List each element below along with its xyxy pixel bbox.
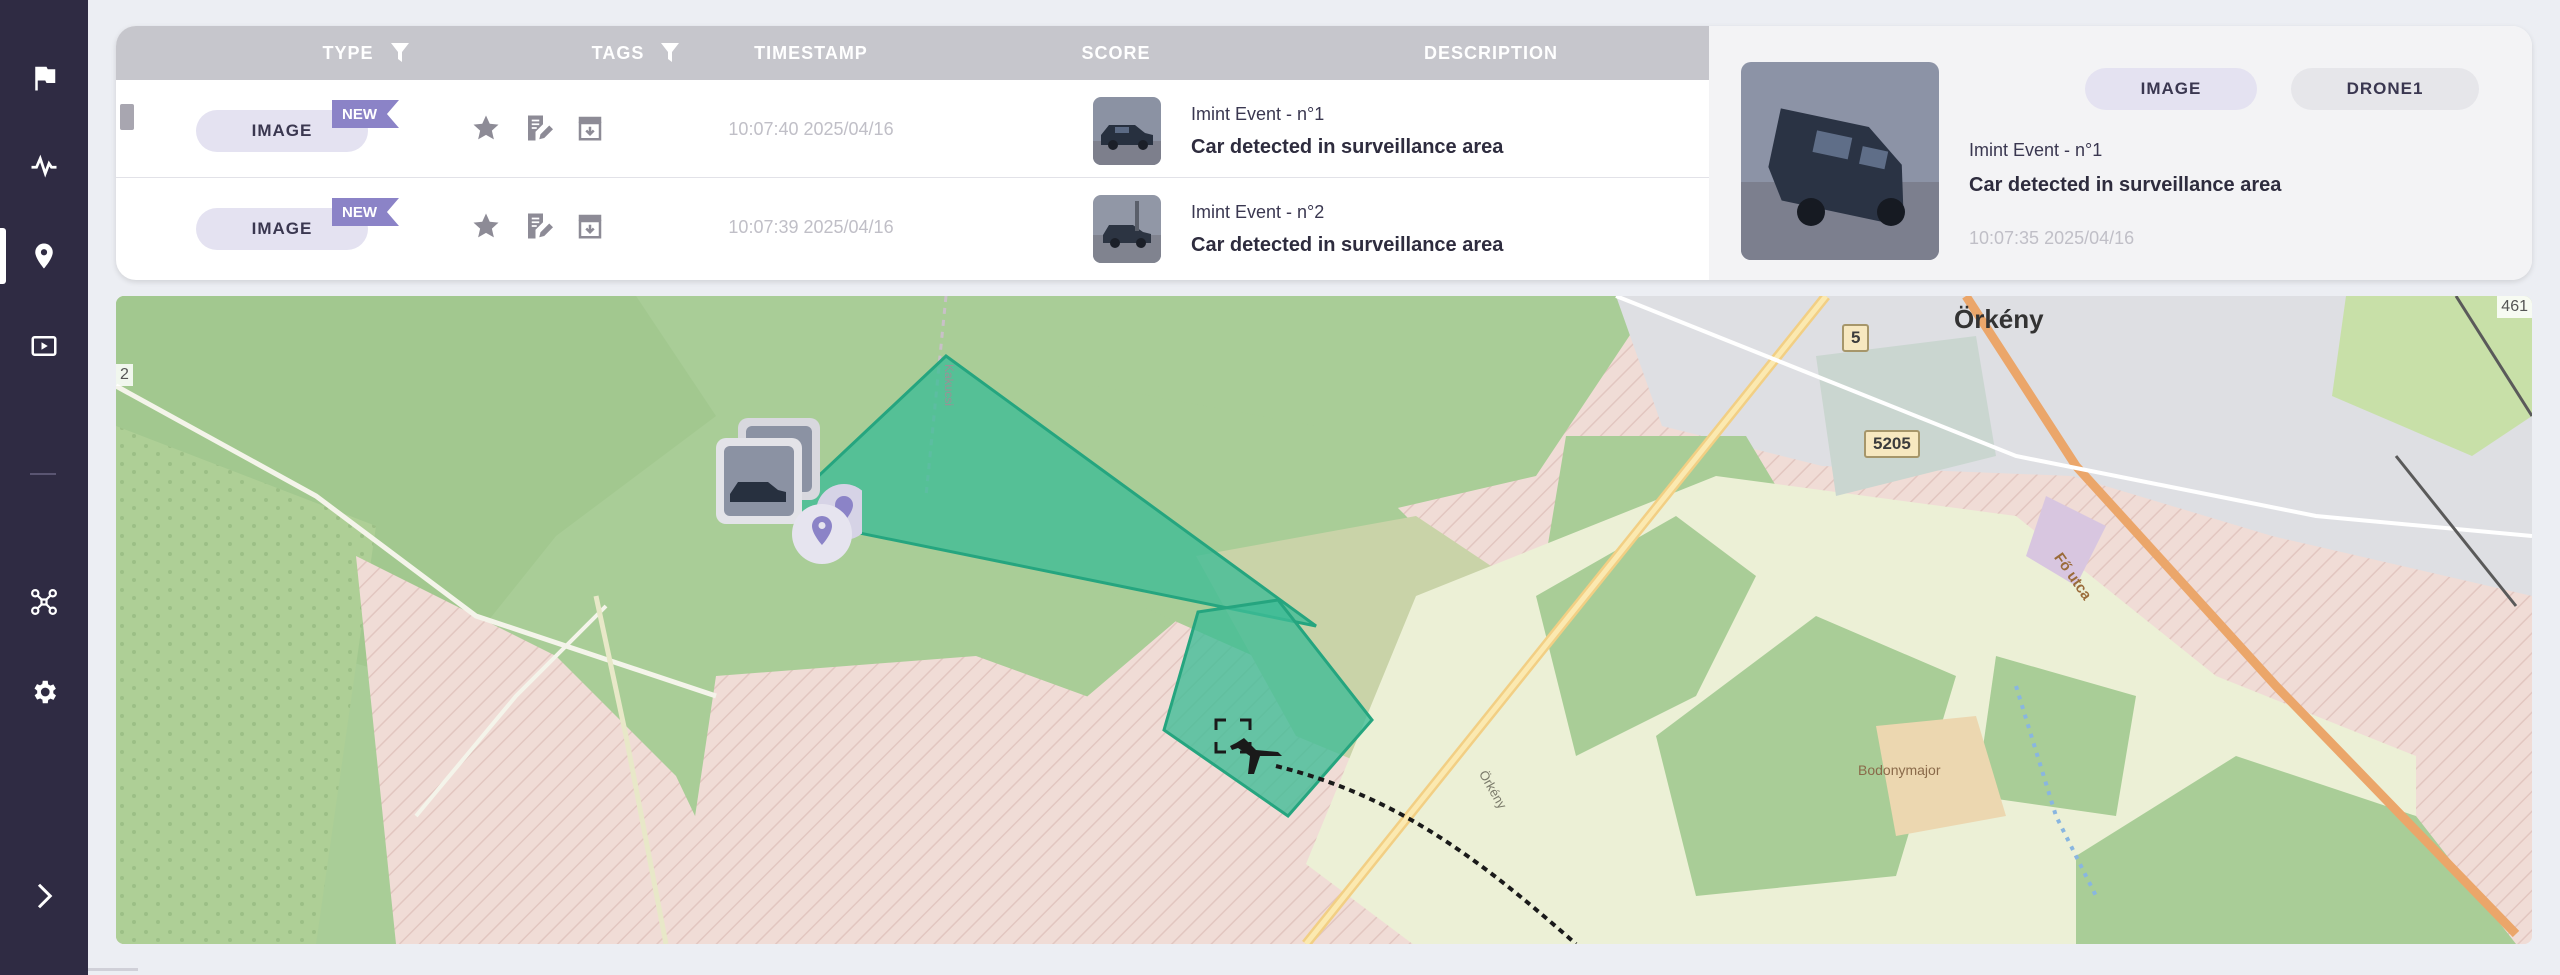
detail-source-chip: DRONE1 [2291,68,2479,110]
star-icon [473,213,499,238]
event-title: Imint Event - n°1 [1191,104,1325,124]
detail-timestamp: 10:07:35 2025/04/16 [1969,228,2135,248]
note-icon [528,213,553,239]
event-marker-cluster[interactable] [712,408,872,568]
chevron-right-icon [37,883,53,909]
airplane-icon [1230,738,1282,774]
nav-drones[interactable] [0,572,88,632]
nav-map[interactable] [0,226,88,286]
scale-tag: 461 [2497,296,2532,318]
sidebar [0,0,88,975]
aircraft-marker[interactable] [1196,708,1296,788]
nav-flag[interactable] [0,48,88,108]
filter-icon[interactable] [660,42,680,64]
star-button[interactable] [470,210,502,242]
table-row[interactable]: IMAGE NEW 10:07:39 2025/04/16 51% Imint … [116,178,1709,276]
filter-icon[interactable] [390,42,410,64]
star-icon [473,115,499,140]
header-tags-label: TAGS [591,42,645,63]
drone-icon [31,589,57,615]
drag-handle[interactable] [120,104,134,130]
archive-icon [578,116,602,141]
table-row[interactable]: IMAGE NEW 10:07:40 2025/04/16 65% Imint … [116,80,1709,178]
header-score[interactable]: SCORE [1036,26,1196,80]
event-description: Car detected in surveillance area [1191,136,1504,158]
road-number-5205: 5205 [1864,430,1920,458]
header-type-label: TYPE [322,42,374,63]
archive-button[interactable] [574,112,606,144]
event-timestamp: 10:07:40 2025/04/16 [728,118,894,139]
expand-sidebar-button[interactable] [0,866,88,926]
event-title: Imint Event - n°2 [1191,202,1325,222]
star-button[interactable] [470,112,502,144]
header-description[interactable]: DESCRIPTION [1316,26,1666,80]
detail-image[interactable] [1741,62,1939,260]
new-badge: NEW [332,100,399,128]
car-image [1741,62,1939,260]
car-image [1093,97,1161,165]
bottom-divider [88,968,138,971]
detail-description: Car detected in surveillance area [1969,174,2282,196]
gear-icon [34,680,57,704]
note-icon [528,115,553,141]
detail-type-chip: IMAGE [2085,68,2257,110]
location-pin-icon [35,243,53,269]
village-label: Bodonymajor [1858,762,1941,778]
town-label: Örkény [1954,304,2044,334]
archive-button[interactable] [574,210,606,242]
flag-icon [35,66,56,91]
activity-icon [31,154,57,178]
video-icon [31,336,57,356]
map-background [116,296,2532,944]
event-timestamp: 10:07:39 2025/04/16 [728,216,894,237]
nav-settings[interactable] [0,662,88,722]
events-panel: TYPE TAGS TIMESTAMP SCORE DESCRIPTION IM… [116,26,2532,280]
track-label: Kakucsi [942,363,957,407]
edge-tag: 2 [116,364,133,386]
note-button[interactable] [522,112,554,144]
event-description: Car detected in surveillance area [1191,234,1504,256]
archive-icon [578,214,602,239]
new-badge: NEW [332,198,399,226]
nav-activity[interactable] [0,136,88,196]
header-type[interactable]: TYPE [276,26,456,80]
car-image [1093,195,1161,263]
header-timestamp[interactable]: TIMESTAMP [696,26,926,80]
note-button[interactable] [522,210,554,242]
nav-video[interactable] [0,316,88,376]
event-thumbnail[interactable] [1093,97,1161,165]
map-view[interactable]: Örkény 5 5205 Fő utca Bodonymajor Örkény… [116,296,2532,944]
detail-title: Imint Event - n°1 [1969,140,2103,160]
road-number-5: 5 [1842,324,1870,352]
event-detail-panel: IMAGE DRONE1 Imint Event - n°1 Car detec… [1709,26,2532,280]
table-header: TYPE TAGS TIMESTAMP SCORE DESCRIPTION [116,26,1709,80]
event-thumbnail[interactable] [1093,195,1161,263]
sidebar-divider [30,473,56,475]
